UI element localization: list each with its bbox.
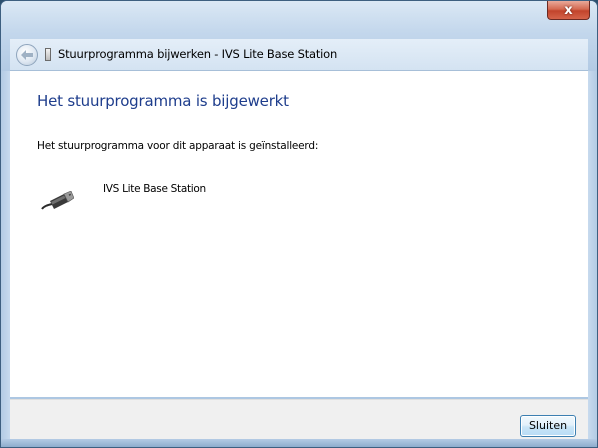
close-icon: x [564,2,573,18]
driver-update-window: x Stuurprogramma bijwerken - IVS Lite Ba… [0,0,598,448]
wizard-footer: Sluiten [10,399,588,442]
device-manager-icon [45,48,51,61]
device-name: IVS Lite Base Station [103,183,206,195]
window-frame-left [1,71,10,447]
window-close-button[interactable]: x [547,1,590,20]
back-button[interactable] [16,44,38,66]
wizard-content: Het stuurprogramma is bijgewerkt Het stu… [10,71,588,397]
install-message: Het stuurprogramma voor dit apparaat is … [37,140,319,152]
page-heading: Het stuurprogramma is bijgewerkt [37,92,289,110]
window-title: Stuurprogramma bijwerken - IVS Lite Base… [58,47,338,61]
window-frame-bottom [1,439,597,447]
navigation-bar: Stuurprogramma bijwerken - IVS Lite Base… [10,39,588,71]
back-arrow-icon [21,50,33,60]
close-dialog-button[interactable]: Sluiten [520,415,576,437]
window-frame-right [588,71,597,447]
usb-plug-icon [41,191,74,210]
